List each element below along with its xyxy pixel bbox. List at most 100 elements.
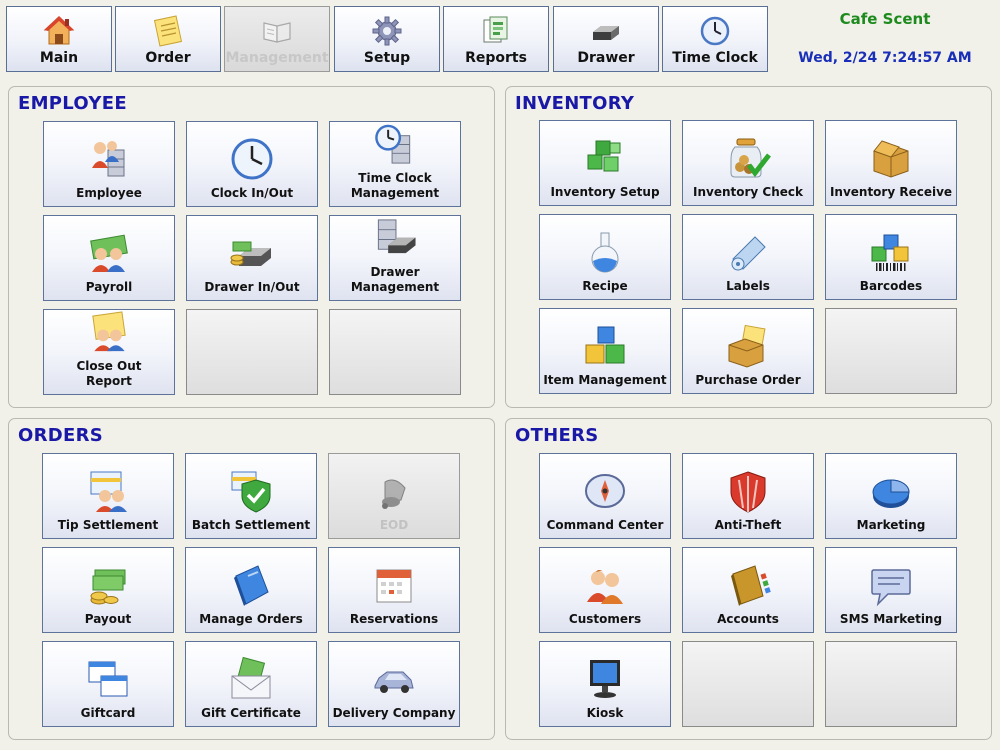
- close-out-report-tile[interactable]: Close Out Report: [43, 309, 175, 395]
- kiosk-tile-label: Kiosk: [586, 706, 624, 720]
- green-cubes-icon: [587, 140, 621, 172]
- item-management-tile-label: Item Management: [543, 373, 667, 387]
- inventory-panel-title: INVENTORY: [515, 93, 635, 114]
- tip-settlement-tile[interactable]: Tip Settlement: [42, 453, 174, 539]
- calendar-icon: [376, 569, 412, 603]
- manage-orders-tile-label: Manage Orders: [199, 612, 303, 626]
- nav-main-label: Main: [39, 50, 79, 66]
- pie-chart-icon: [872, 479, 910, 508]
- labels-tile-label: Labels: [726, 279, 770, 293]
- payout-tile[interactable]: Payout: [42, 547, 174, 633]
- address-book-icon: [731, 565, 771, 606]
- empty-tile: [825, 308, 957, 394]
- empty-tile: [825, 641, 957, 727]
- sms-marketing-tile[interactable]: SMS Marketing: [825, 547, 957, 633]
- drawer-in-out-tile-label: Drawer In/Out: [204, 280, 300, 294]
- close-out-report-icon: [92, 311, 126, 352]
- nav-reports-label: Reports: [465, 50, 527, 66]
- reports-icon: [483, 16, 508, 43]
- nav-setup-button[interactable]: Setup: [334, 6, 440, 72]
- tip-settlement-tile-label: Tip Settlement: [57, 518, 159, 532]
- batch-settlement-tile-label: Batch Settlement: [191, 518, 311, 532]
- date-time-display: Wed, 2/24 7:24:57 AM: [798, 50, 972, 66]
- anti-theft-tile[interactable]: Anti-Theft: [682, 453, 814, 539]
- clock-in-out-tile[interactable]: Clock In/Out: [186, 121, 318, 207]
- drawer-in-out-tile[interactable]: Drawer In/Out: [186, 215, 318, 301]
- employee-panel-title: EMPLOYEE: [18, 93, 127, 114]
- open-book-icon: [263, 22, 291, 43]
- barcode-blocks-icon: [871, 234, 909, 271]
- house-icon: [43, 16, 75, 45]
- delivery-company-tile[interactable]: Delivery Company: [328, 641, 460, 727]
- nav-order-button[interactable]: Order: [115, 6, 221, 72]
- payroll-tile[interactable]: Payroll: [43, 215, 175, 301]
- blue-book-icon: [234, 565, 269, 606]
- money-coins-icon: [90, 569, 126, 605]
- time-clock-management-tile[interactable]: Time Clock Management: [329, 121, 461, 207]
- eod-tile-label: EOD: [379, 518, 409, 532]
- nav-time-clock-button[interactable]: Time Clock: [662, 6, 768, 72]
- employee-tile[interactable]: Employee: [43, 121, 175, 207]
- orders-panel-title: ORDERS: [18, 425, 104, 446]
- purchase-order-tile-label: Purchase Order: [695, 373, 801, 387]
- flask-icon: [591, 232, 619, 273]
- inventory-panel: INVENTORY Inventory Setup Inventory Chec…: [505, 86, 992, 408]
- clock-icon: [231, 138, 273, 180]
- drawer-management-tile[interactable]: Drawer Management: [329, 215, 461, 301]
- gift-certificate-tile[interactable]: Gift Certificate: [185, 641, 317, 727]
- batch-settlement-tile[interactable]: Batch Settlement: [185, 453, 317, 539]
- item-management-tile[interactable]: Item Management: [539, 308, 671, 394]
- inventory-setup-tile[interactable]: Inventory Setup: [539, 120, 671, 206]
- nav-order-label: Order: [145, 50, 191, 66]
- drawer-cabinet-icon: [377, 219, 416, 254]
- command-center-tile-label: Command Center: [546, 518, 664, 532]
- nav-management-label: Management: [225, 50, 329, 66]
- nav-drawer-button[interactable]: Drawer: [553, 6, 659, 72]
- employee-panel: EMPLOYEE Employee Clock In/Out Time Cloc…: [8, 86, 495, 408]
- monitor-icon: [590, 660, 620, 698]
- labels-tile[interactable]: Labels: [682, 214, 814, 300]
- nav-reports-button[interactable]: Reports: [443, 6, 549, 72]
- shield-check-icon: [231, 471, 271, 513]
- nav-main-button[interactable]: Main: [6, 6, 112, 72]
- bell-icon: [382, 479, 406, 509]
- eod-tile[interactable]: EOD: [328, 453, 460, 539]
- nav-management-button[interactable]: Management: [224, 6, 330, 72]
- top-navigation-bar: Main Order Management Setup Reports Draw…: [0, 0, 1000, 78]
- marketing-tile[interactable]: Marketing: [825, 453, 957, 539]
- nav-setup-label: Setup: [363, 50, 411, 66]
- barcodes-tile[interactable]: Barcodes: [825, 214, 957, 300]
- accounts-tile-label: Accounts: [717, 612, 779, 626]
- sticky-note-icon: [153, 15, 183, 47]
- giftcard-tile[interactable]: Giftcard: [42, 641, 174, 727]
- time-clock-cabinet-icon: [375, 124, 411, 164]
- sms-marketing-tile-label: SMS Marketing: [839, 612, 943, 626]
- purchase-order-tile[interactable]: Purchase Order: [682, 308, 814, 394]
- time-clock-management-tile-label: Time Clock Management: [350, 171, 440, 200]
- purchase-order-box-icon: [728, 324, 766, 368]
- red-shield-icon: [730, 471, 766, 513]
- kiosk-tile[interactable]: Kiosk: [539, 641, 671, 727]
- command-center-tile[interactable]: Command Center: [539, 453, 671, 539]
- reservations-tile[interactable]: Reservations: [328, 547, 460, 633]
- car-icon: [374, 671, 414, 693]
- recipe-tile[interactable]: Recipe: [539, 214, 671, 300]
- store-name: Cafe Scent: [839, 10, 931, 28]
- inventory-receive-tile[interactable]: Inventory Receive: [825, 120, 957, 206]
- inventory-check-tile[interactable]: Inventory Check: [682, 120, 814, 206]
- gear-icon: [372, 16, 402, 46]
- orders-panel: ORDERS Tip Settlement Batch Settlement E…: [8, 418, 495, 740]
- drawer-cash-icon: [230, 241, 271, 266]
- close-out-report-tile-label: Close Out Report: [76, 359, 142, 388]
- empty-tile: [329, 309, 461, 395]
- drawer-management-tile-label: Drawer Management: [350, 265, 440, 294]
- inventory-setup-tile-label: Inventory Setup: [550, 185, 660, 199]
- marketing-tile-label: Marketing: [856, 518, 926, 532]
- giftcard-tile-label: Giftcard: [80, 706, 136, 720]
- recipe-tile-label: Recipe: [582, 279, 628, 293]
- manage-orders-tile[interactable]: Manage Orders: [185, 547, 317, 633]
- customers-tile[interactable]: Customers: [539, 547, 671, 633]
- accounts-tile[interactable]: Accounts: [682, 547, 814, 633]
- cash-drawer-icon: [593, 26, 619, 40]
- label-roll-icon: [731, 236, 766, 271]
